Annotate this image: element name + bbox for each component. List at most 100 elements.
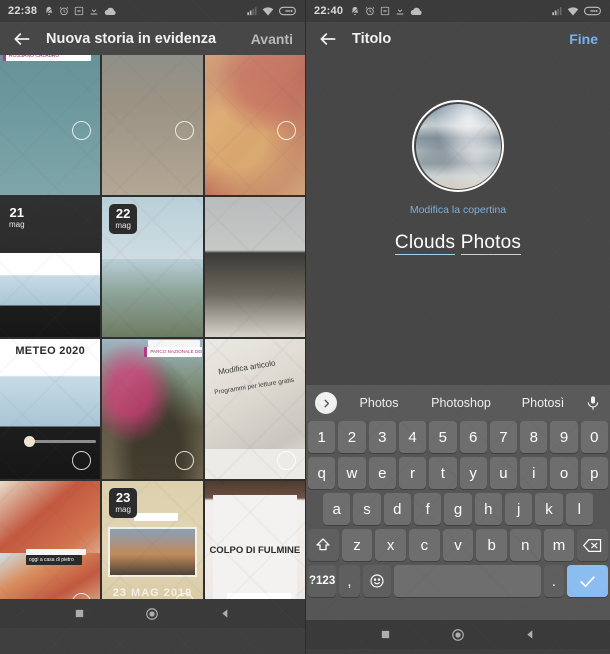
edit-cover-button[interactable]: Modifica la copertina bbox=[410, 204, 506, 216]
photo-sticker bbox=[148, 340, 201, 347]
home-circle-icon[interactable] bbox=[451, 628, 465, 642]
space-key[interactable] bbox=[393, 565, 541, 597]
recents-square-icon[interactable] bbox=[380, 629, 391, 640]
key-g[interactable]: g bbox=[444, 493, 472, 525]
shift-icon[interactable] bbox=[307, 529, 339, 561]
select-circle[interactable] bbox=[174, 451, 194, 470]
key-u[interactable]: u bbox=[489, 457, 518, 489]
suggestion-3[interactable]: Photosì bbox=[503, 396, 583, 410]
title-word-1: Clouds bbox=[394, 232, 456, 255]
key-s[interactable]: s bbox=[353, 493, 381, 525]
key-a[interactable]: a bbox=[323, 493, 351, 525]
key-d[interactable]: d bbox=[383, 493, 411, 525]
grid-cell-4[interactable]: 21 mag bbox=[0, 197, 101, 337]
status-icons-right bbox=[551, 6, 602, 16]
date-badge: 22 mag bbox=[109, 204, 137, 234]
key-o[interactable]: o bbox=[550, 457, 578, 489]
grid-cell-5[interactable]: 22 mag bbox=[102, 197, 203, 337]
key-8[interactable]: 8 bbox=[520, 421, 548, 453]
enter-check-icon[interactable] bbox=[567, 565, 609, 597]
symbols-key[interactable]: ?123 bbox=[308, 565, 337, 597]
on-screen-keyboard[interactable]: Photos Photoshop Photosì 1 2 3 4 5 6 7 8… bbox=[306, 385, 610, 620]
emoji-icon[interactable] bbox=[362, 565, 391, 597]
signal-icon bbox=[247, 7, 257, 16]
keyboard-row-3[interactable]: z x c v b n m bbox=[306, 529, 610, 561]
key-i[interactable]: i bbox=[520, 457, 548, 489]
keyboard-row-1[interactable]: q w e r t y u i o p bbox=[306, 457, 610, 489]
key-h[interactable]: h bbox=[474, 493, 502, 525]
key-x[interactable]: x bbox=[375, 529, 406, 561]
key-c[interactable]: c bbox=[409, 529, 440, 561]
cloud-icon bbox=[410, 7, 422, 15]
key-7[interactable]: 7 bbox=[489, 421, 518, 453]
key-q[interactable]: q bbox=[308, 457, 336, 489]
key-5[interactable]: 5 bbox=[429, 421, 457, 453]
key-j[interactable]: j bbox=[504, 493, 533, 525]
battery-icon bbox=[584, 6, 601, 16]
suggestion-1[interactable]: Photos bbox=[339, 396, 419, 410]
alarm-icon bbox=[59, 6, 69, 16]
grid-cell-2[interactable] bbox=[102, 55, 203, 195]
volume-slider[interactable] bbox=[24, 436, 96, 447]
status-icons-left bbox=[350, 6, 422, 16]
cover-photo[interactable] bbox=[412, 100, 504, 192]
key-b[interactable]: b bbox=[476, 529, 508, 561]
key-l[interactable]: l bbox=[565, 493, 593, 525]
grid-cell-10[interactable]: oggi a casa di pietro bbox=[0, 481, 101, 599]
key-2[interactable]: 2 bbox=[338, 421, 366, 453]
key-y[interactable]: y bbox=[459, 457, 487, 489]
keyboard-row-digits[interactable]: 1 2 3 4 5 6 7 8 9 0 bbox=[306, 421, 610, 453]
back-triangle-icon[interactable] bbox=[525, 629, 536, 640]
key-f[interactable]: f bbox=[414, 493, 442, 525]
key-0[interactable]: 0 bbox=[580, 421, 608, 453]
screenshot-icon bbox=[380, 6, 390, 16]
wifi-icon bbox=[567, 7, 579, 16]
grid-cell-12[interactable]: COLPO DI FULMINE bbox=[204, 481, 305, 599]
period-key[interactable]: . bbox=[543, 565, 565, 597]
next-button[interactable]: Avanti bbox=[251, 31, 293, 47]
key-p[interactable]: p bbox=[580, 457, 608, 489]
back-triangle-icon[interactable] bbox=[220, 608, 231, 619]
select-circle[interactable] bbox=[174, 121, 194, 140]
key-r[interactable]: r bbox=[398, 457, 427, 489]
keyboard-row-2[interactable]: a s d f g h j k l bbox=[306, 493, 610, 525]
backspace-icon[interactable] bbox=[577, 529, 609, 561]
back-arrow-icon[interactable] bbox=[12, 29, 32, 49]
recents-square-icon[interactable] bbox=[74, 608, 85, 619]
grid-cell-3[interactable] bbox=[204, 55, 305, 195]
story-photo-grid[interactable]: ROSSANO CALABRO 21 mag 22 mag METEO 2020… bbox=[0, 55, 305, 599]
grid-cell-9[interactable]: Modifica articolo Programmi per letture … bbox=[204, 339, 305, 479]
back-arrow-icon[interactable] bbox=[318, 29, 338, 49]
dual-screenshot: 22:38 Nuova storia in evidenza Avanti RO… bbox=[0, 0, 610, 654]
home-circle-icon[interactable] bbox=[145, 607, 159, 621]
title-text[interactable]: Clouds Photos bbox=[394, 232, 522, 255]
key-v[interactable]: v bbox=[442, 529, 474, 561]
select-circle[interactable] bbox=[277, 451, 296, 470]
key-n[interactable]: n bbox=[510, 529, 541, 561]
comma-key[interactable]: , bbox=[339, 565, 360, 597]
grid-cell-1[interactable]: ROSSANO CALABRO bbox=[0, 55, 101, 195]
key-1[interactable]: 1 bbox=[308, 421, 336, 453]
grid-cell-8[interactable]: PARCO NAZIONALE DEL POLLINO bbox=[102, 339, 203, 479]
key-k[interactable]: k bbox=[535, 493, 563, 525]
grid-cell-7[interactable]: METEO 2020 bbox=[0, 339, 101, 479]
key-9[interactable]: 9 bbox=[550, 421, 578, 453]
key-t[interactable]: t bbox=[429, 457, 457, 489]
done-button[interactable]: Fine bbox=[569, 31, 598, 47]
suggestion-bar[interactable]: Photos Photoshop Photosì bbox=[306, 385, 610, 421]
key-w[interactable]: w bbox=[338, 457, 366, 489]
grid-cell-6[interactable] bbox=[204, 197, 305, 337]
key-3[interactable]: 3 bbox=[368, 421, 396, 453]
key-6[interactable]: 6 bbox=[459, 421, 487, 453]
microphone-icon[interactable] bbox=[585, 394, 601, 412]
key-4[interactable]: 4 bbox=[398, 421, 427, 453]
select-circle[interactable] bbox=[277, 121, 296, 140]
key-m[interactable]: m bbox=[543, 529, 575, 561]
suggestion-2[interactable]: Photoshop bbox=[421, 396, 501, 410]
chevron-right-icon[interactable] bbox=[315, 392, 337, 414]
key-z[interactable]: z bbox=[341, 529, 373, 561]
key-e[interactable]: e bbox=[368, 457, 396, 489]
grid-cell-11[interactable]: 23 mag 23 MAG 2019 bbox=[102, 481, 203, 599]
keyboard-row-4[interactable]: ?123 , . bbox=[306, 565, 610, 597]
title-input[interactable]: Clouds Photos bbox=[394, 232, 522, 255]
